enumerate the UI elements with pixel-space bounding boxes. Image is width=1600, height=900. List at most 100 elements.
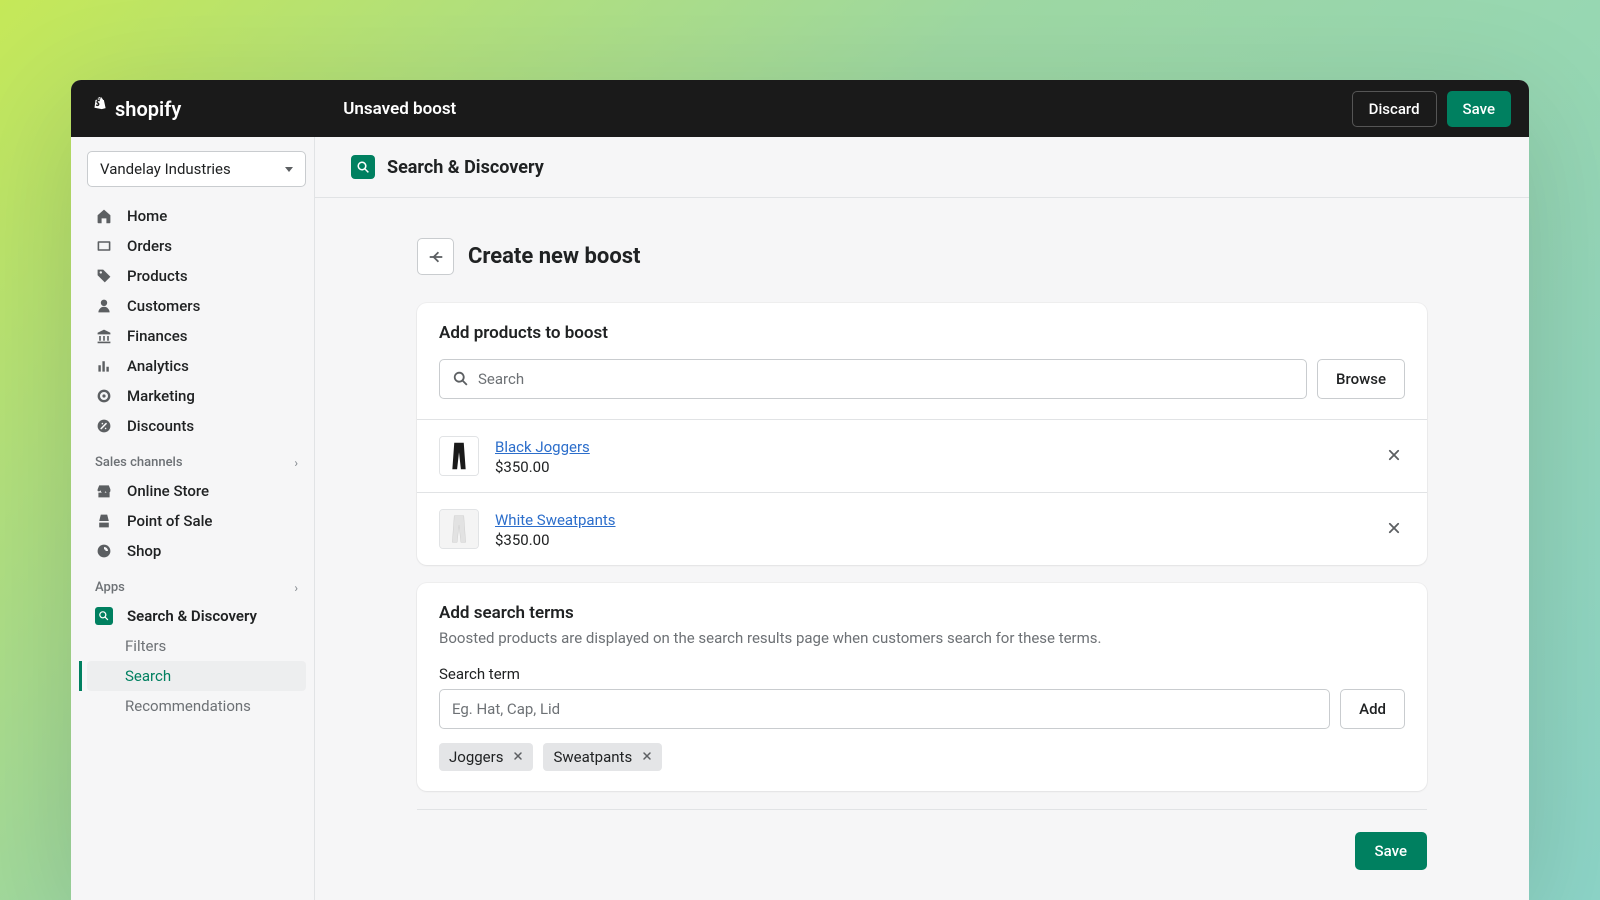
remove-tag-button[interactable] [640,750,654,765]
nav-label: Finances [127,327,187,345]
search-term-input[interactable] [439,689,1330,729]
term-tag: Sweatpants [543,743,662,771]
tag-label: Sweatpants [553,748,632,766]
sidebar-sub-recommendations[interactable]: Recommendations [87,691,306,721]
sidebar: Vandelay Industries Home Orders Products… [71,137,315,900]
search-term-label: Search term [439,665,1405,683]
nav-label: Online Store [127,482,209,500]
topbar-actions: Discard Save [1352,91,1511,127]
discard-button[interactable]: Discard [1352,91,1437,127]
add-products-card: Add products to boost Browse [417,303,1427,565]
black-joggers-thumb-icon [440,436,478,476]
page-inner: Create new boost Add products to boost [417,238,1427,870]
product-row: White Sweatpants $350.00 [417,492,1427,565]
sidebar-item-customers[interactable]: Customers [87,291,306,321]
sidebar-item-orders[interactable]: Orders [87,231,306,261]
search-discovery-icon [351,155,375,179]
add-term-button[interactable]: Add [1340,689,1405,729]
shopify-bag-icon [89,97,111,121]
save-button-bottom[interactable]: Save [1355,832,1427,870]
orders-icon [95,237,113,255]
chevron-right-icon: › [294,456,298,470]
card-title: Add products to boost [439,323,1405,343]
page-content: Create new boost Add products to boost [315,198,1529,870]
nav-label: Marketing [127,387,195,405]
sidebar-sub-filters[interactable]: Filters [87,631,306,661]
main-content: Search & Discovery Create new boost Add … [315,137,1529,900]
store-icon [95,482,113,500]
product-info: Black Joggers $350.00 [495,437,1383,476]
home-icon [95,207,113,225]
product-price: $350.00 [495,531,1383,549]
sidebar-item-search-discovery[interactable]: Search & Discovery [87,601,306,631]
product-link[interactable]: Black Joggers [495,438,590,456]
search-terms-card: Add search terms Boosted products are di… [417,583,1427,791]
app-header: Search & Discovery [315,137,1529,198]
product-info: White Sweatpants $350.00 [495,510,1383,549]
body: Vandelay Industries Home Orders Products… [71,137,1529,900]
bank-icon [95,327,113,345]
product-thumbnail [439,509,479,549]
sidebar-item-pos[interactable]: Point of Sale [87,506,306,536]
card-header-section: Add products to boost Browse [417,303,1427,419]
product-search-wrap[interactable] [439,359,1307,399]
analytics-icon [95,357,113,375]
sidebar-item-analytics[interactable]: Analytics [87,351,306,381]
store-selector[interactable]: Vandelay Industries [87,151,306,187]
remove-product-button[interactable] [1383,443,1405,470]
back-button[interactable] [417,238,454,275]
sidebar-item-home[interactable]: Home [87,201,306,231]
card-description: Boosted products are displayed on the se… [439,629,1405,647]
shop-icon [95,542,113,560]
card-title: Add search terms [439,603,1405,623]
card-body: Add search terms Boosted products are di… [417,583,1427,791]
nav-label: Products [127,267,188,285]
sales-channels-header[interactable]: Sales channels › [87,441,306,476]
sidebar-item-online-store[interactable]: Online Store [87,476,306,506]
app-window: shopify Unsaved boost Discard Save Vande… [71,80,1529,900]
tag-label: Joggers [449,748,503,766]
apps-header[interactable]: Apps › [87,566,306,601]
page-title: Create new boost [468,244,641,269]
nav-label: Discounts [127,417,194,435]
product-search-row: Browse [439,359,1405,399]
term-tags: Joggers Sweatpants [439,743,1405,771]
product-link[interactable]: White Sweatpants [495,511,616,529]
remove-tag-button[interactable] [511,750,525,765]
marketing-icon [95,387,113,405]
store-name: Vandelay Industries [100,160,231,178]
section-label: Apps [95,580,125,595]
chevron-down-icon [285,167,293,172]
logo-text: shopify [115,97,181,121]
footer-actions: Save [417,809,1427,870]
unsaved-indicator: Unsaved boost [343,99,456,119]
section-label: Sales channels [95,455,183,470]
nav-label: Home [127,207,167,225]
shopify-logo: shopify [89,97,181,121]
save-button-top[interactable]: Save [1447,91,1511,127]
product-price: $350.00 [495,458,1383,476]
term-input-row: Add [439,689,1405,729]
sidebar-item-shop[interactable]: Shop [87,536,306,566]
app-title: Search & Discovery [387,157,544,178]
close-icon [1387,521,1401,535]
close-icon [642,751,652,761]
product-thumbnail [439,436,479,476]
chevron-right-icon: › [294,581,298,595]
product-search-input[interactable] [478,360,1294,398]
sidebar-item-marketing[interactable]: Marketing [87,381,306,411]
nav-label: Orders [127,237,172,255]
search-icon [452,370,470,388]
sidebar-item-discounts[interactable]: Discounts [87,411,306,441]
nav-label: Search & Discovery [127,607,257,625]
close-icon [513,751,523,761]
remove-product-button[interactable] [1383,516,1405,543]
search-discovery-app-icon [95,607,113,625]
pos-icon [95,512,113,530]
sidebar-sub-search[interactable]: Search [87,661,306,691]
sidebar-item-finances[interactable]: Finances [87,321,306,351]
product-row: Black Joggers $350.00 [417,419,1427,492]
browse-button[interactable]: Browse [1317,359,1405,399]
sidebar-item-products[interactable]: Products [87,261,306,291]
nav-label: Shop [127,542,161,560]
